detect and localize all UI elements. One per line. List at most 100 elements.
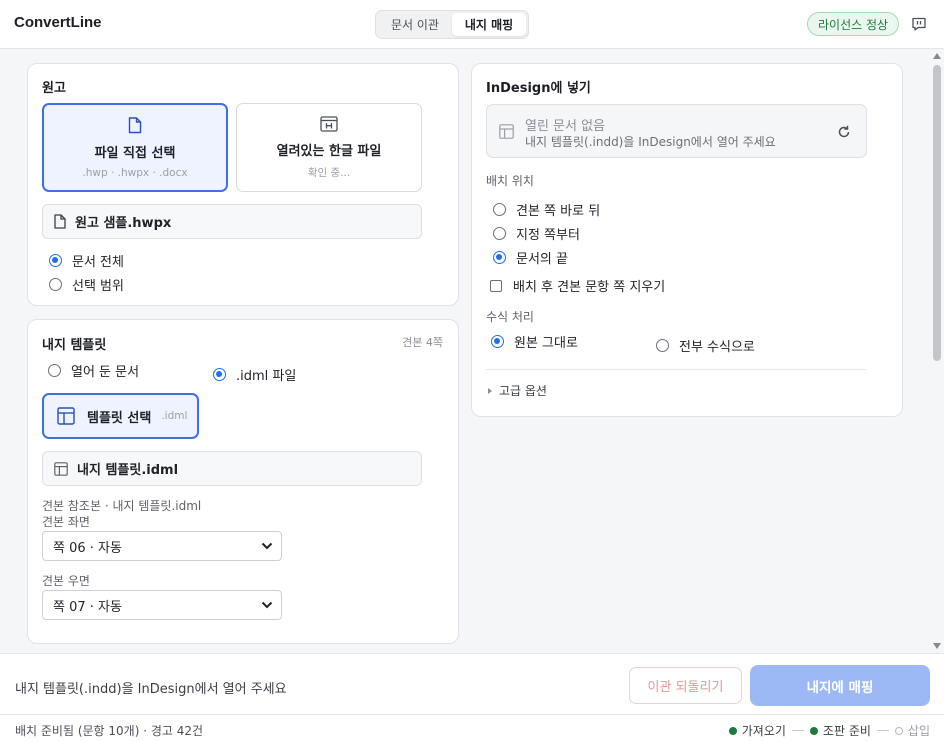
template-page-count: 견본 4쪽 (402, 336, 443, 349)
chevron-down-icon (261, 601, 273, 609)
template-source-label: 열어 둔 문서 (71, 365, 140, 380)
divider (486, 369, 866, 370)
placement-option-end[interactable]: 문서의 끝 (493, 248, 568, 267)
placement-option-after-sample[interactable]: 견본 쪽 바로 뒤 (493, 200, 600, 219)
checkbox-unchecked (490, 279, 502, 292)
scope-option-selection[interactable]: 선택 범위 (49, 275, 124, 294)
indesign-status-sub: 내지 템플릿(.indd)을 InDesign에서 열어 주세요 (525, 135, 776, 149)
scope-option-label: 선택 범위 (72, 279, 124, 294)
caret-right-icon (488, 387, 492, 394)
file-icon (54, 214, 66, 229)
template-card: 내지 템플릿 견본 4쪽 열어 둔 문서 .idml 파일 템플릿 선택 .id… (27, 319, 459, 644)
scroll-up-icon[interactable] (933, 53, 941, 59)
template-source-idml[interactable]: .idml 파일 (213, 365, 296, 384)
direct-file-pick-button[interactable]: 파일 직접 선택 .hwp · .hwpx · .docx (42, 103, 228, 192)
radio-unselected (493, 227, 506, 240)
scroll-thumb[interactable] (933, 65, 941, 361)
radio-unselected (48, 364, 61, 377)
app-header: ConvertLine 문서 이관 내지 매핑 라이선스 정상 (0, 0, 944, 49)
status-bar: 배치 준비됨 (문항 10개) · 경고 42건 가져오기 조판 준비 삽입 (0, 714, 944, 741)
feedback-icon[interactable] (911, 16, 927, 32)
footer-message: 내지 템플릿(.indd)을 InDesign에서 열어 주세요 (15, 682, 287, 697)
document-layout-icon (499, 124, 514, 139)
formula-option-original[interactable]: 원본 그대로 (491, 332, 578, 351)
placement-label: 배치 위치 (486, 174, 534, 188)
scope-option-label: 문서 전체 (72, 255, 124, 270)
placement-option-label: 견본 쪽 바로 뒤 (516, 204, 601, 219)
main-scrollbar[interactable] (930, 49, 944, 653)
formula-option-label: 원본 그대로 (514, 336, 578, 351)
open-hangul-file-status: 확인 중... (307, 166, 351, 179)
right-page-select[interactable]: 쪽 07 · 자동 (42, 590, 282, 620)
delete-sample-pages-label: 배치 후 견본 문항 쪽 지우기 (513, 280, 666, 295)
direct-file-pick-formats: .hwp · .hwpx · .docx (82, 166, 188, 179)
mode-tabs: 문서 이관 내지 매핑 (375, 10, 529, 39)
radio-unselected (656, 339, 669, 352)
step-import: 가져오기 (741, 724, 786, 738)
radio-selected (493, 251, 506, 264)
left-page-label: 견본 좌면 (42, 515, 90, 529)
step-connector (791, 730, 804, 731)
manuscript-card: 원고 파일 직접 선택 .hwp · .hwpx · .docx 열려있는 한글… (27, 63, 459, 306)
left-page-value: 쪽 06 · 자동 (53, 540, 122, 556)
open-hangul-file-label: 열려있는 한글 파일 (276, 143, 382, 159)
undo-migration-button[interactable]: 이관 되돌리기 (629, 667, 742, 704)
formula-option-all-formula[interactable]: 전부 수식으로 (656, 336, 755, 355)
right-page-value: 쪽 07 · 자동 (53, 599, 122, 615)
template-source-label: .idml 파일 (236, 369, 297, 384)
tab-document-migration[interactable]: 문서 이관 (378, 13, 452, 36)
scroll-down-icon[interactable] (933, 643, 941, 649)
advanced-options-toggle[interactable]: 고급 옵션 (486, 382, 547, 399)
indesign-title: InDesign에 넣기 (486, 81, 591, 96)
hangul-document-icon (320, 115, 338, 132)
progress-steps: 가져오기 조판 준비 삽입 (728, 722, 930, 739)
step-connector (876, 730, 889, 731)
radio-selected (213, 368, 226, 381)
advanced-options-label: 고급 옵션 (499, 384, 547, 398)
indesign-card: InDesign에 넣기 열린 문서 없음 내지 템플릿(.indd)을 InD… (471, 63, 903, 417)
template-pick-button[interactable]: 템플릿 선택 .idml (42, 393, 199, 439)
template-title: 내지 템플릿 (42, 338, 107, 353)
tab-page-mapping[interactable]: 내지 매핑 (452, 13, 526, 36)
open-hangul-file-button[interactable]: 열려있는 한글 파일 확인 중... (236, 103, 422, 192)
indesign-status-title: 열린 문서 없음 (525, 119, 606, 134)
manuscript-title: 원고 (42, 81, 66, 96)
template-reference-line: 견본 참조본 · 내지 템플릿.idml (42, 499, 202, 513)
template-pick-label: 템플릿 선택 (87, 410, 152, 426)
template-layout-icon (54, 461, 68, 476)
placement-option-from-page[interactable]: 지정 쪽부터 (493, 224, 580, 243)
scope-option-whole[interactable]: 문서 전체 (49, 251, 124, 270)
license-status-badge: 라이선스 정상 (807, 12, 900, 36)
manuscript-file-name: 원고 샘플.hwpx (75, 216, 172, 231)
indesign-document-status: 열린 문서 없음 내지 템플릿(.indd)을 InDesign에서 열어 주세… (486, 104, 867, 158)
delete-sample-pages-checkbox[interactable]: 배치 후 견본 문항 쪽 지우기 (490, 276, 665, 295)
step-layout-prep: 조판 준비 (822, 724, 871, 738)
formula-label: 수식 처리 (486, 310, 534, 324)
chevron-down-icon (261, 542, 273, 550)
step-insert: 삽입 (907, 724, 930, 738)
radio-selected (49, 254, 62, 267)
radio-unselected (493, 203, 506, 216)
formula-option-label: 전부 수식으로 (679, 340, 755, 355)
template-file-field[interactable]: 내지 템플릿.idml (42, 451, 422, 486)
placement-option-label: 문서의 끝 (516, 252, 568, 267)
direct-file-pick-label: 파일 직접 선택 (94, 145, 176, 161)
manuscript-file-field[interactable]: 원고 샘플.hwpx (42, 204, 422, 239)
right-page-label: 견본 우면 (42, 574, 90, 588)
left-page-select[interactable]: 쪽 06 · 자동 (42, 531, 282, 561)
map-to-page-button[interactable]: 내지에 매핑 (750, 665, 930, 706)
template-pick-ext: .idml (161, 410, 188, 422)
file-icon (128, 116, 142, 133)
radio-selected (491, 335, 504, 348)
placement-option-label: 지정 쪽부터 (516, 228, 580, 243)
template-layout-icon (57, 407, 75, 425)
refresh-icon[interactable] (837, 125, 851, 139)
template-file-name: 내지 템플릿.idml (77, 463, 179, 478)
step-done-icon (728, 726, 737, 735)
app-title: ConvertLine (14, 14, 102, 31)
radio-unselected (49, 278, 62, 291)
template-source-open-doc[interactable]: 열어 둔 문서 (48, 361, 139, 380)
status-summary: 배치 준비됨 (문항 10개) · 경고 42건 (15, 724, 204, 738)
step-pending-icon (894, 726, 903, 735)
step-done-icon (809, 726, 818, 735)
